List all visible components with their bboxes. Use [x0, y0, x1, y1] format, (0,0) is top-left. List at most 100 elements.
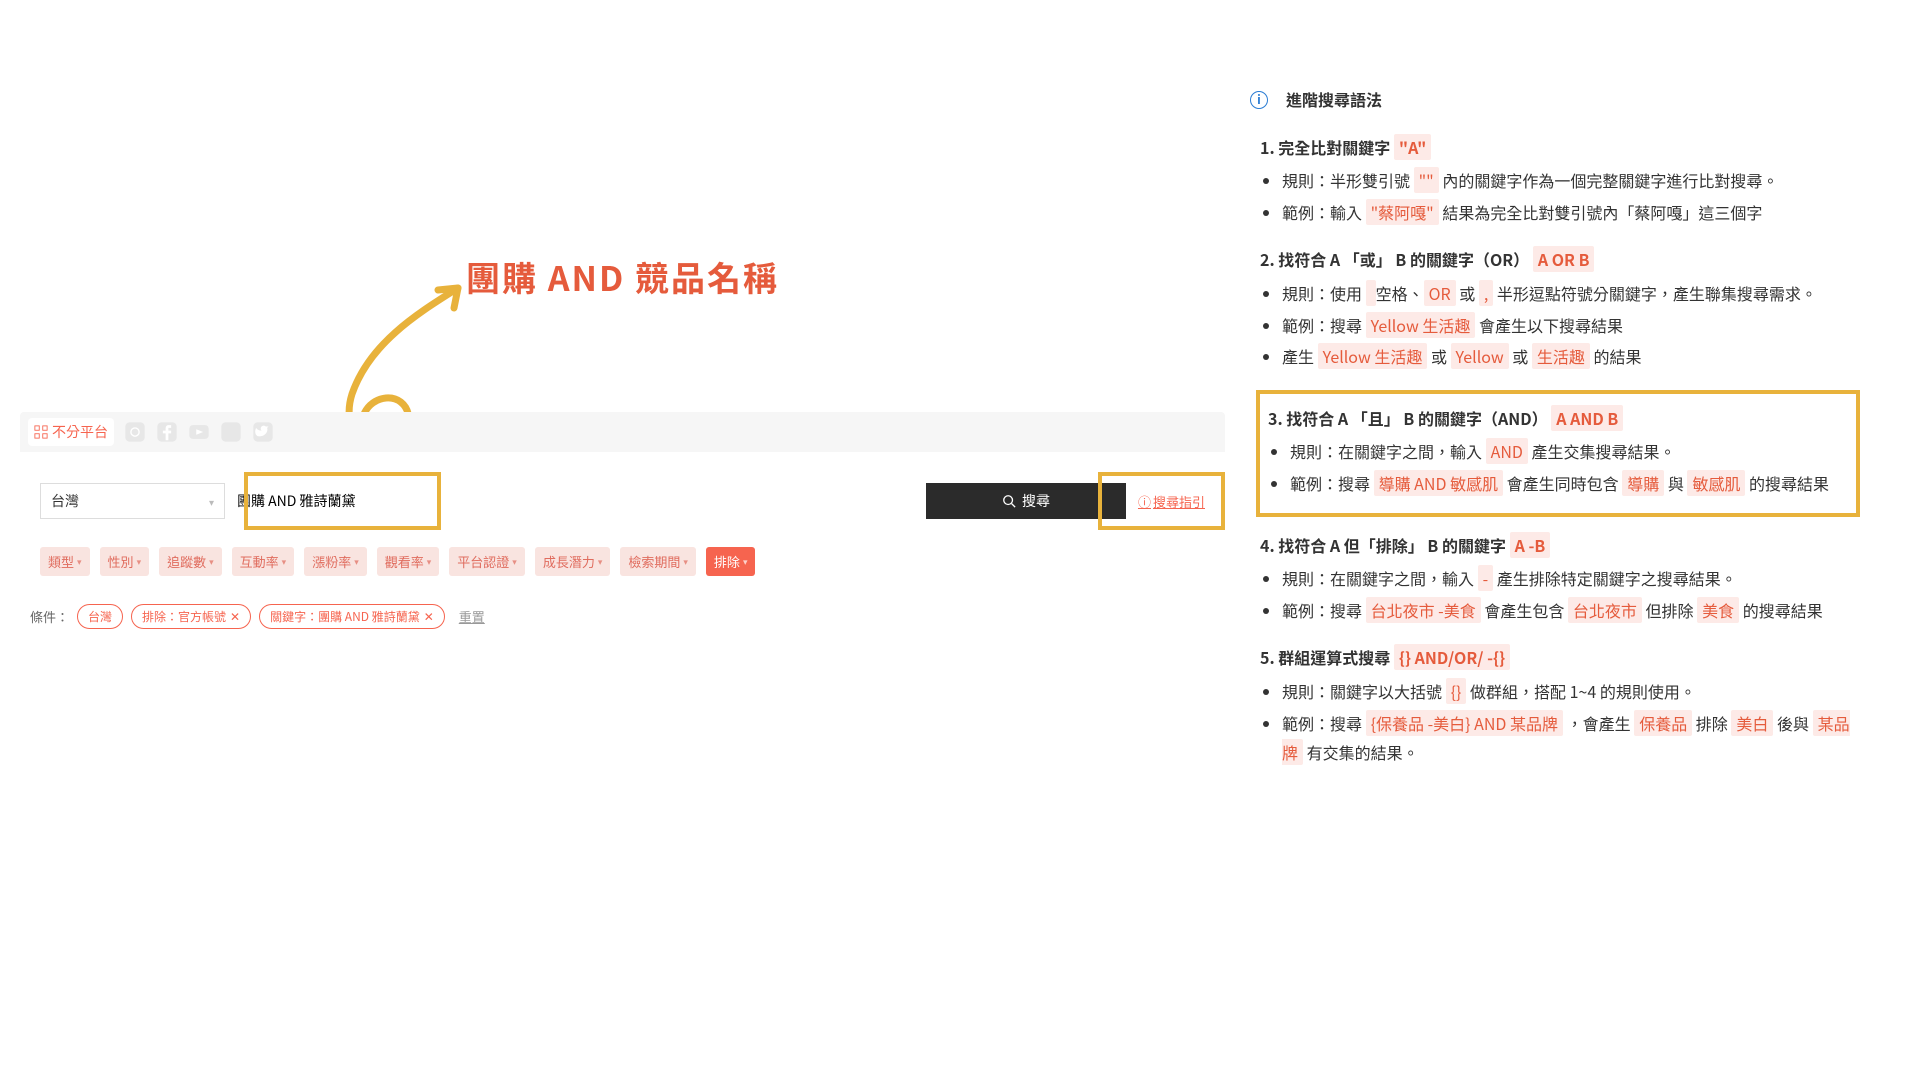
- platform-tab-instagram[interactable]: [124, 421, 146, 443]
- close-icon[interactable]: ✕: [230, 608, 240, 625]
- rule-bullet: 範例：搜尋 台北夜市 -美食 會產生包含 台北夜市 但排除 美食 的搜尋結果: [1282, 596, 1860, 626]
- code-span: "蔡阿嘎": [1366, 199, 1439, 225]
- condition-text: 台灣: [88, 608, 112, 625]
- condition-pill-2: 關鍵字：團購 AND 雅詩蘭黛✕: [259, 604, 445, 629]
- reset-link[interactable]: 重置: [459, 607, 485, 626]
- platform-tab-facebook[interactable]: [156, 421, 178, 443]
- search-row: 台灣 ▾ 搜尋 ⓘ 搜尋指引: [20, 472, 1225, 530]
- rule-code: "A": [1394, 134, 1431, 160]
- panel-heading: i 進階搜尋語法: [1250, 85, 1860, 115]
- annotation-text: 團購 AND 競品名稱: [466, 252, 779, 301]
- chevron-down-icon: ▾: [512, 555, 517, 568]
- filter-5[interactable]: 觀看率▾: [377, 547, 440, 576]
- rule-list: 規則：在關鍵字之間，輸入 AND 產生交集搜尋結果。範例：搜尋 導購 AND 敏…: [1268, 437, 1848, 498]
- platform-tab-label: 不分平台: [52, 422, 108, 442]
- chevron-down-icon: ▾: [743, 555, 748, 568]
- search-icon: [1002, 494, 1016, 508]
- code-span: {保養品 -美白} AND 某品牌: [1366, 710, 1563, 736]
- condition-pill-0: 台灣: [77, 604, 123, 629]
- chevron-down-icon: ▾: [77, 555, 82, 568]
- rule-title: 1. 完全比對關鍵字 "A": [1260, 133, 1860, 163]
- code-span: OR: [1424, 280, 1456, 306]
- platform-tab-twitter[interactable]: [252, 421, 274, 443]
- filter-label: 漲粉率: [312, 552, 351, 571]
- code-span: ,: [1479, 280, 1493, 306]
- rule-bullet: 規則：關鍵字以大括號 {} 做群組，搭配 1~4 的規則使用。: [1282, 677, 1860, 707]
- filter-3[interactable]: 互動率▾: [232, 547, 295, 576]
- rule-bullet: 規則：在關鍵字之間，輸入 AND 產生交集搜尋結果。: [1290, 437, 1848, 467]
- highlight-box-guide-link: [1098, 472, 1225, 530]
- code-span: Yellow 生活趣: [1366, 312, 1476, 338]
- rule-code: A -B: [1510, 532, 1551, 558]
- rule-title: 5. 群組運算式搜尋 {} AND/OR/ -{}: [1260, 643, 1860, 673]
- rule-block-1: 1. 完全比對關鍵字 "A"規則：半形雙引號 "" 內的關鍵字作為一個完整關鍵字…: [1260, 133, 1860, 228]
- rule-bullet: 範例：輸入 "蔡阿嘎" 結果為完全比對雙引號內「蔡阿嘎」這三個字: [1282, 198, 1860, 228]
- youtube-icon: [188, 421, 210, 443]
- code-span: Yellow 生活趣: [1318, 343, 1428, 369]
- chevron-down-icon: ▾: [209, 494, 214, 509]
- rule-bullet: 規則：使用 空格、OR 或 , 半形逗點符號分關鍵字，產生聯集搜尋需求。: [1282, 279, 1860, 309]
- code-span: 敏感肌: [1687, 470, 1745, 496]
- rule-block-5: 5. 群組運算式搜尋 {} AND/OR/ -{} 規則：關鍵字以大括號 {} 做…: [1260, 643, 1860, 767]
- country-value: 台灣: [51, 491, 79, 511]
- search-button[interactable]: 搜尋: [926, 483, 1126, 519]
- rule-bullet: 範例：搜尋 導購 AND 敏感肌 會產生同時包含 導購 與 敏感肌 的搜尋結果: [1290, 469, 1848, 499]
- rule-list: 規則：在關鍵字之間，輸入 - 產生排除特定關鍵字之搜尋結果。範例：搜尋 台北夜市…: [1260, 564, 1860, 625]
- code-span: -: [1478, 565, 1494, 591]
- code-span: [1366, 280, 1376, 306]
- rule-block-4: 4. 找符合 A 但「排除」 B 的關鍵字 A -B規則：在關鍵字之間，輸入 -…: [1260, 531, 1860, 626]
- facebook-icon: [156, 421, 178, 443]
- code-span: 導購 AND 敏感肌: [1374, 470, 1503, 496]
- conditions-row: 條件： 台灣排除：官方帳號✕關鍵字：團購 AND 雅詩蘭黛✕ 重置: [20, 604, 1225, 629]
- country-select[interactable]: 台灣 ▾: [40, 483, 225, 519]
- chevron-down-icon: ▾: [282, 555, 287, 568]
- platform-tabs: 不分平台: [20, 412, 1225, 452]
- platform-tab-tiktok[interactable]: [220, 421, 242, 443]
- code-span: 導購: [1622, 470, 1664, 496]
- instagram-icon: [124, 421, 146, 443]
- rule-bullet: 範例：搜尋 {保養品 -美白} AND 某品牌 ，會產生 保養品 排除 美白 後…: [1282, 709, 1860, 768]
- filter-8[interactable]: 檢索期間▾: [620, 547, 696, 576]
- code-span: AND: [1486, 438, 1528, 464]
- code-span: 台北夜市: [1568, 597, 1642, 623]
- condition-text: 排除：官方帳號: [142, 608, 226, 625]
- chevron-down-icon: ▾: [209, 555, 214, 568]
- filter-0[interactable]: 類型▾: [40, 547, 90, 576]
- code-span: 生活趣: [1532, 343, 1590, 369]
- filter-7[interactable]: 成長潛力▾: [535, 547, 611, 576]
- code-span: Yellow: [1451, 343, 1509, 369]
- rule-list: 規則：關鍵字以大括號 {} 做群組，搭配 1~4 的規則使用。範例：搜尋 {保養…: [1260, 677, 1860, 768]
- rule-bullet: 規則：半形雙引號 "" 內的關鍵字作為一個完整關鍵字進行比對搜尋。: [1282, 166, 1860, 196]
- platform-tab-youtube[interactable]: [188, 421, 210, 443]
- filter-label: 平台認證: [457, 552, 509, 571]
- filter-label: 排除: [714, 552, 740, 571]
- filter-6[interactable]: 平台認證▾: [449, 547, 525, 576]
- rule-bullet: 規則：在關鍵字之間，輸入 - 產生排除特定關鍵字之搜尋結果。: [1282, 564, 1860, 594]
- rule-title: 2. 找符合 A 「或」 B 的關鍵字（OR） A OR B: [1260, 245, 1860, 275]
- panel-title: 進階搜尋語法: [1286, 85, 1382, 115]
- filter-exclude[interactable]: 排除▾: [706, 547, 756, 576]
- rule-code: A OR B: [1533, 246, 1595, 272]
- close-icon[interactable]: ✕: [424, 608, 434, 625]
- search-button-label: 搜尋: [1022, 491, 1050, 511]
- rule-title: 4. 找符合 A 但「排除」 B 的關鍵字 A -B: [1260, 531, 1860, 561]
- rule-bullet: 範例：搜尋 Yellow 生活趣 會產生以下搜尋結果: [1282, 311, 1860, 341]
- rule-block-3: 3. 找符合 A 「且」 B 的關鍵字（AND） A AND B規則：在關鍵字之…: [1256, 390, 1860, 517]
- filter-label: 檢索期間: [628, 552, 680, 571]
- rule-code: A AND B: [1551, 405, 1623, 431]
- platform-tab-all[interactable]: 不分平台: [28, 418, 114, 446]
- rule-bullet: 產生 Yellow 生活趣 或 Yellow 或 生活趣 的結果: [1282, 342, 1860, 372]
- code-span: {}: [1446, 678, 1467, 704]
- filter-2[interactable]: 追蹤數▾: [159, 547, 222, 576]
- filter-4[interactable]: 漲粉率▾: [304, 547, 367, 576]
- filter-label: 性別: [108, 552, 134, 571]
- highlight-box-search-input: [244, 472, 441, 530]
- filter-label: 類型: [48, 552, 74, 571]
- rule-list: 規則：半形雙引號 "" 內的關鍵字作為一個完整關鍵字進行比對搜尋。範例：輸入 "…: [1260, 166, 1860, 227]
- rule-list: 規則：使用 空格、OR 或 , 半形逗點符號分關鍵字，產生聯集搜尋需求。範例：搜…: [1260, 279, 1860, 372]
- tiktok-icon: [220, 421, 242, 443]
- filter-1[interactable]: 性別▾: [100, 547, 150, 576]
- condition-text: 關鍵字：團購 AND 雅詩蘭黛: [270, 608, 420, 625]
- chevron-down-icon: ▾: [427, 555, 432, 568]
- filter-label: 互動率: [240, 552, 279, 571]
